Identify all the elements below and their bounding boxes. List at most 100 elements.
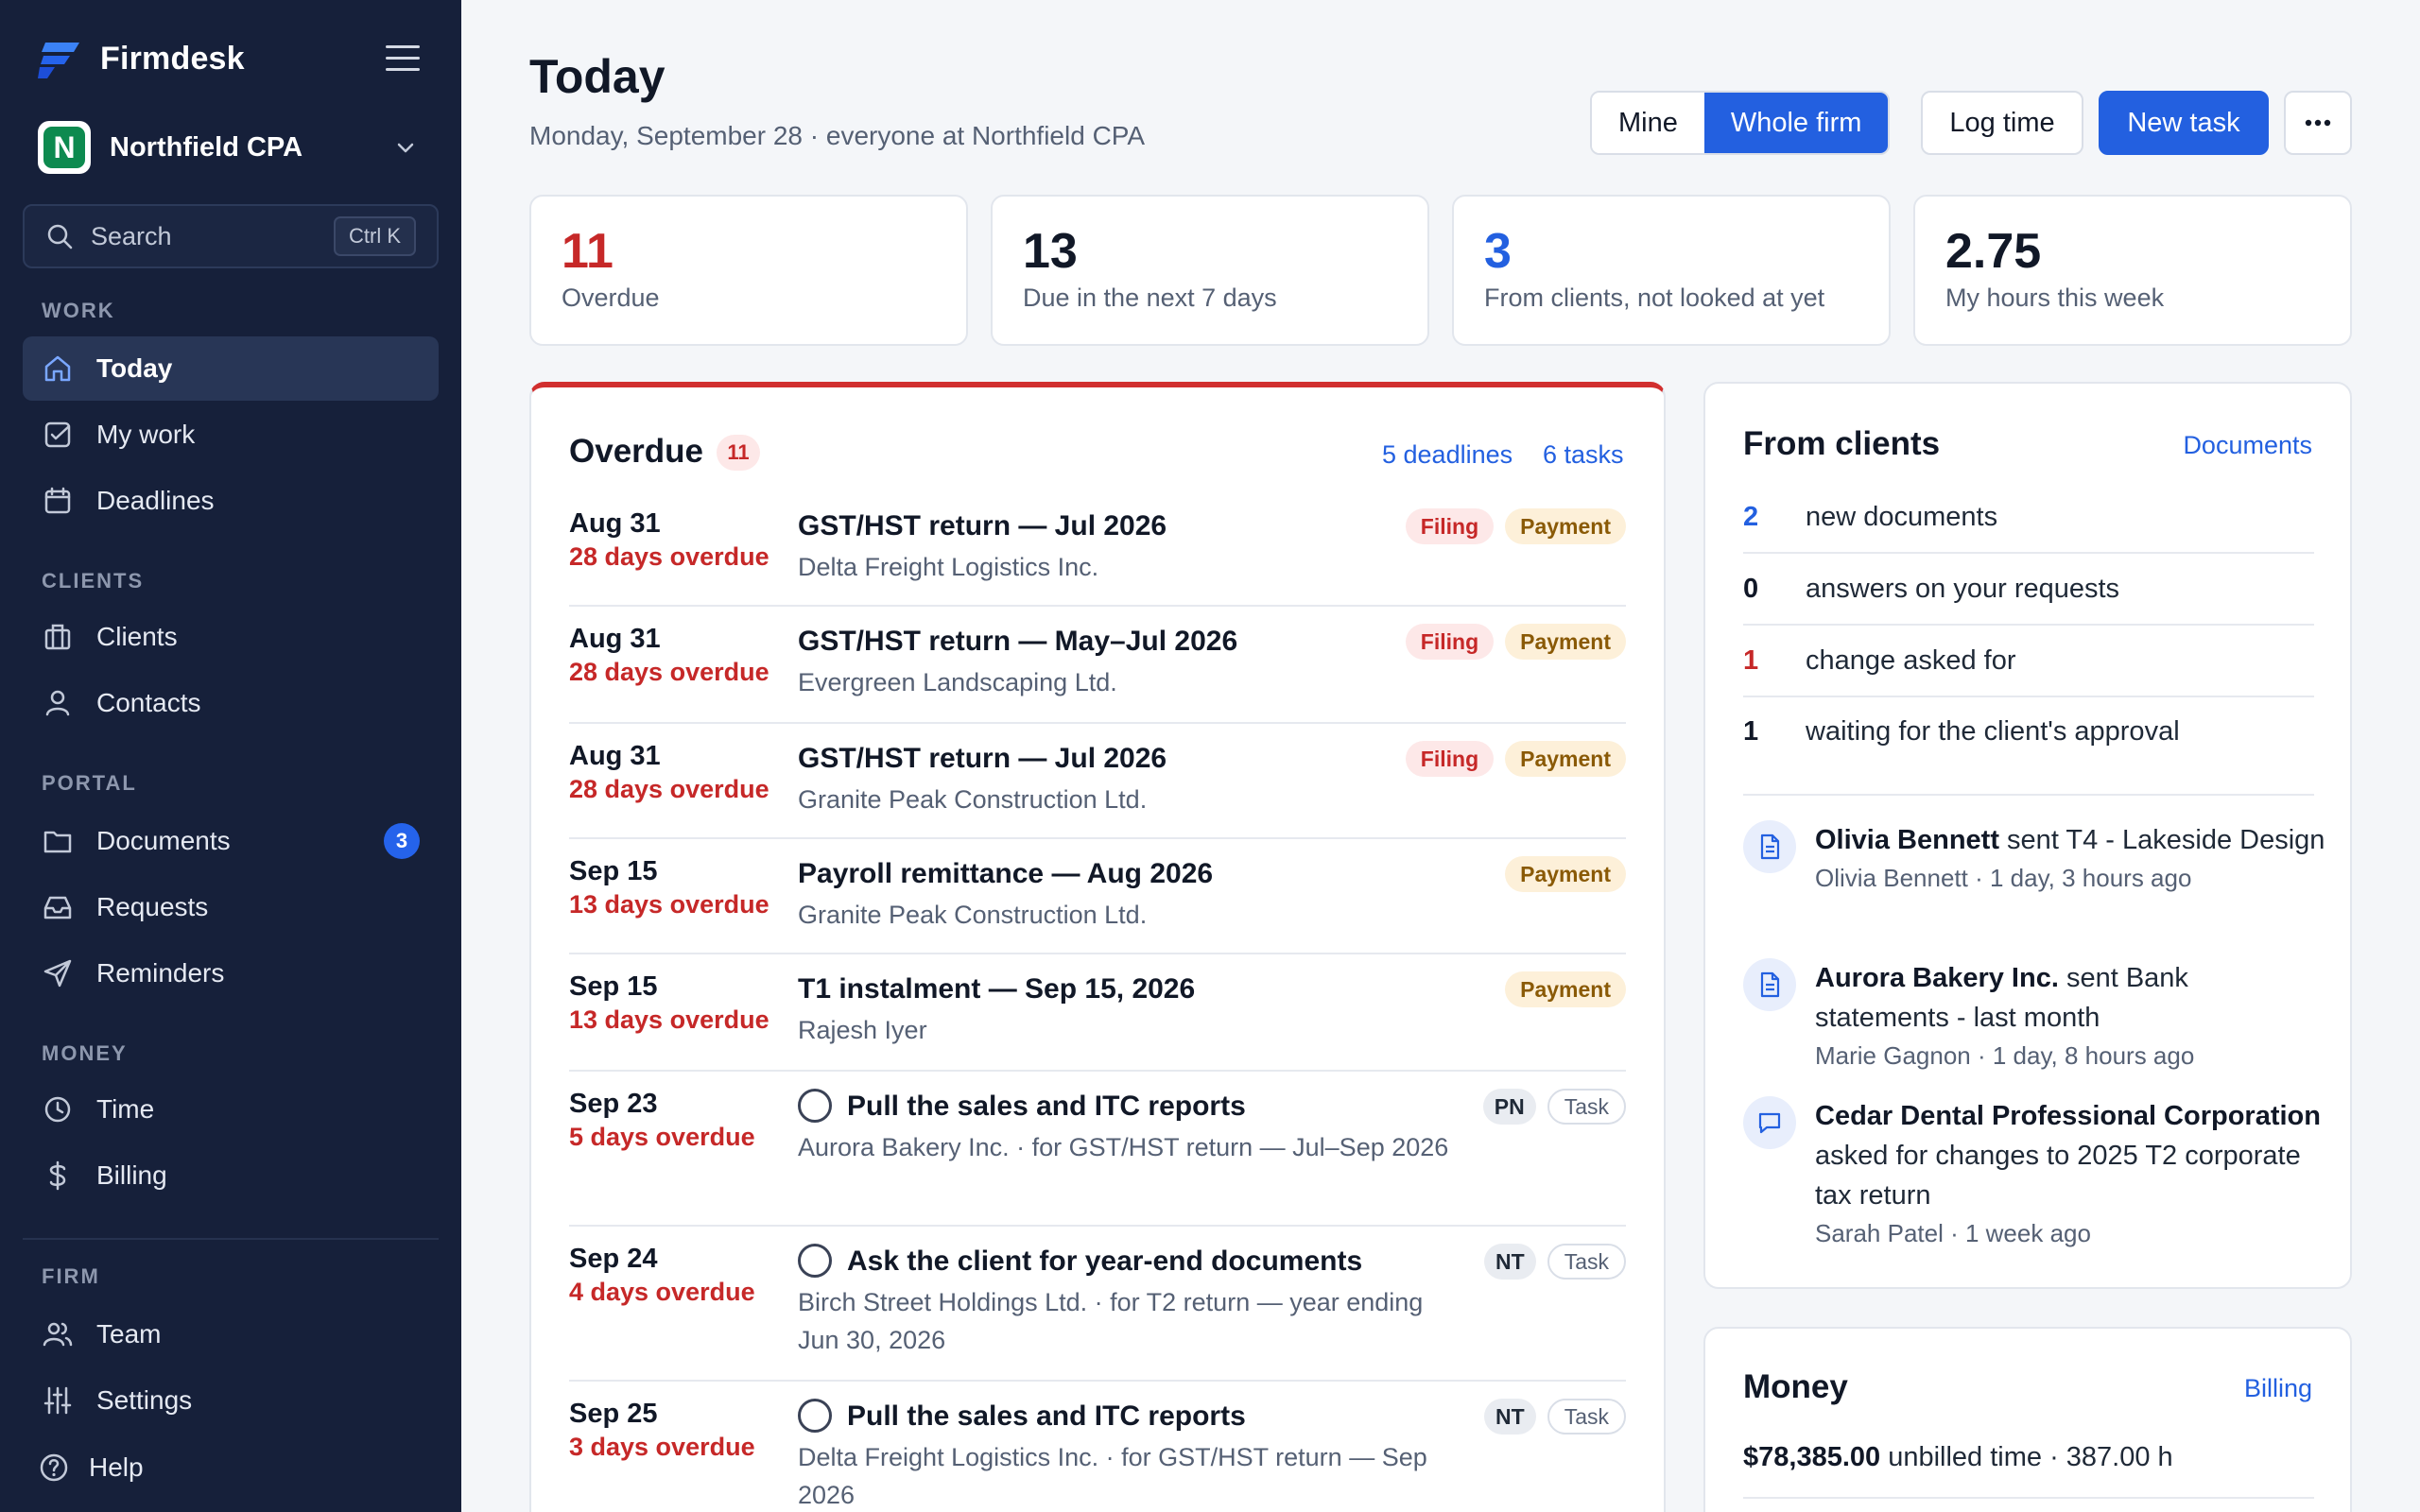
send-icon	[43, 959, 72, 988]
activity-actor: Cedar Dental Professional Corporation	[1815, 1101, 2321, 1131]
row-client: Granite Peak Construction Ltd.	[798, 785, 1148, 814]
client-count-row[interactable]: 0 answers on your requests	[1743, 554, 2314, 626]
overdue-row[interactable]: Sep 15 13 days overdue T1 instalment — S…	[569, 971, 1626, 1072]
sidebar-item-label: Billing	[96, 1160, 167, 1190]
task-tag: Task	[1547, 1089, 1626, 1125]
menu-toggle-icon[interactable]	[386, 45, 420, 72]
row-client: Evergreen Landscaping Ltd.	[798, 668, 1117, 696]
tasks-link[interactable]: 6 tasks	[1543, 440, 1624, 470]
sidebar-item-reminders[interactable]: Reminders	[23, 941, 439, 1005]
section-work: WORK	[42, 299, 115, 322]
overdue-row[interactable]: Aug 31 28 days overdue GST/HST return — …	[569, 741, 1626, 839]
sidebar-item-contacts[interactable]: Contacts	[23, 671, 439, 735]
folder-icon	[43, 831, 72, 853]
help-link[interactable]: Help	[38, 1452, 144, 1484]
stat-my-hours[interactable]: 2.75 My hours this week	[1913, 195, 2352, 346]
overdue-task-row[interactable]: Sep 25 3 days overdue Pull the sales and…	[569, 1399, 1626, 1512]
payment-tag: Payment	[1505, 856, 1626, 892]
section-money: MONEY	[42, 1041, 128, 1065]
sidebar-item-documents[interactable]: Documents 3	[23, 809, 439, 873]
row-client: Granite Peak Construction Ltd.	[798, 901, 1148, 929]
task-complete-checkbox[interactable]	[798, 1244, 832, 1278]
row-title: GST/HST return — Jul 2026	[798, 510, 1167, 541]
sidebar-item-today[interactable]: Today	[23, 336, 439, 401]
overdue-row[interactable]: Aug 31 28 days overdue GST/HST return — …	[569, 508, 1626, 607]
unbilled-detail: unbilled time · 387.00 h	[1880, 1442, 2173, 1472]
filing-tag: Filing	[1405, 508, 1495, 544]
stat-label: Due in the next 7 days	[1023, 284, 1277, 312]
count-value: 1	[1743, 716, 1759, 747]
row-overdue-days: 13 days overdue	[569, 1005, 769, 1034]
overdue-task-row[interactable]: Sep 24 4 days overdue Ask the client for…	[569, 1244, 1626, 1382]
user-icon	[45, 690, 70, 716]
activity-text: Olivia Bennett sent T4 - Lakeside Design…	[1815, 820, 2325, 896]
log-time-button[interactable]: Log time	[1921, 91, 2083, 155]
activity-meta: Marie Gagnon · 1 day, 8 hours ago	[1815, 1041, 2195, 1070]
search-icon	[47, 224, 73, 249]
sidebar-search[interactable]: Search Ctrl K	[23, 204, 439, 268]
client-count-row[interactable]: 2 new documents	[1743, 482, 2314, 554]
client-count-row[interactable]: 1 waiting for the client's approval	[1743, 697, 2314, 796]
client-count-row[interactable]: 1 change asked for	[1743, 626, 2314, 697]
sidebar-item-clients[interactable]: Clients	[23, 605, 439, 669]
stat-due-next-7-days[interactable]: 13 Due in the next 7 days	[991, 195, 1429, 346]
money-title: Money	[1743, 1368, 1848, 1405]
row-date: Aug 31	[569, 508, 661, 539]
row-client: Delta Freight Logistics Inc. · for GST/H…	[798, 1443, 1427, 1509]
overdue-row[interactable]: Aug 31 28 days overdue GST/HST return — …	[569, 624, 1626, 724]
new-task-button[interactable]: New task	[2099, 91, 2269, 155]
search-placeholder: Search	[91, 221, 172, 250]
row-title: Ask the client for year-end documents	[847, 1246, 1363, 1277]
brand[interactable]: Firmdesk	[38, 38, 245, 79]
unbilled-amount: $78,385.00	[1743, 1442, 1881, 1472]
stat-label: My hours this week	[1945, 284, 2165, 312]
sidebar-item-team[interactable]: Team	[23, 1302, 439, 1366]
sidebar-item-deadlines[interactable]: Deadlines	[23, 469, 439, 533]
row-title: Payroll remittance — Aug 2026	[798, 858, 1214, 889]
stat-overdue[interactable]: 11 Overdue	[529, 195, 968, 346]
sliders-icon	[43, 1386, 72, 1415]
page-title: Today	[529, 50, 666, 103]
unbilled-summary: $78,385.00 unbilled time · 387.00 h	[1743, 1442, 2173, 1473]
clock-icon	[44, 1096, 71, 1123]
sidebar-item-label: Team	[96, 1319, 162, 1349]
overdue-task-row[interactable]: Sep 23 5 days overdue Pull the sales and…	[569, 1089, 1626, 1227]
deadlines-link[interactable]: 5 deadlines	[1382, 440, 1512, 470]
scope-mine-button[interactable]: Mine	[1592, 93, 1704, 153]
sidebar-item-requests[interactable]: Requests	[23, 875, 439, 939]
row-title: T1 instalment — Sep 15, 2026	[798, 973, 1196, 1005]
money-divider	[1743, 1497, 2314, 1499]
row-overdue-days: 28 days overdue	[569, 658, 769, 686]
overdue-row[interactable]: Sep 15 13 days overdue Payroll remittanc…	[569, 856, 1626, 954]
sidebar-item-label: Time	[96, 1094, 155, 1124]
org-switcher[interactable]: N Northfield CPA	[38, 119, 424, 176]
search-shortcut: Ctrl K	[334, 216, 416, 256]
row-date: Sep 25	[569, 1399, 658, 1429]
row-overdue-days: 13 days overdue	[569, 890, 769, 919]
row-date: Aug 31	[569, 741, 661, 771]
documents-link[interactable]: Documents	[2183, 431, 2312, 460]
org-avatar: N	[38, 121, 91, 174]
overdue-count-badge: 11	[717, 435, 760, 471]
sidebar-item-label: Today	[96, 353, 173, 383]
sidebar-item-label: Reminders	[96, 958, 225, 988]
sidebar-item-time[interactable]: Time	[23, 1077, 439, 1142]
sidebar-item-billing[interactable]: Billing	[23, 1143, 439, 1208]
count-label: new documents	[1806, 501, 1998, 532]
sidebar-item-settings[interactable]: Settings	[23, 1368, 439, 1433]
sidebar-item-my-work[interactable]: My work	[23, 403, 439, 467]
row-date: Sep 24	[569, 1244, 658, 1274]
scope-toggle: Mine Whole firm	[1590, 91, 1891, 155]
stat-label: Overdue	[562, 284, 660, 312]
scope-whole-firm-button[interactable]: Whole firm	[1703, 93, 1889, 153]
help-circle-icon	[40, 1453, 68, 1482]
sidebar-divider	[23, 1238, 439, 1240]
task-complete-checkbox[interactable]	[798, 1089, 832, 1123]
billing-link[interactable]: Billing	[2244, 1374, 2312, 1403]
stat-value: 2.75	[1945, 224, 2042, 279]
more-options-button[interactable]	[2284, 91, 2352, 155]
task-complete-checkbox[interactable]	[798, 1399, 832, 1433]
filing-tag: Filing	[1405, 624, 1495, 660]
home-icon	[44, 355, 71, 382]
stat-from-clients[interactable]: 3 From clients, not looked at yet	[1452, 195, 1891, 346]
